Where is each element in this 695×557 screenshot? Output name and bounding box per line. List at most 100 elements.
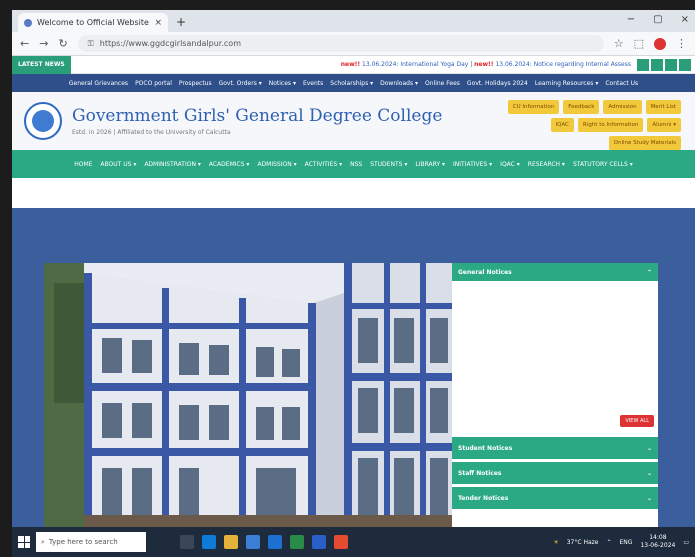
back-arrow-icon[interactable]: ← (20, 37, 29, 50)
topnav-item[interactable]: Govt. Orders ▾ (219, 80, 262, 87)
star-icon[interactable]: ☆ (614, 37, 624, 50)
student-notices-header[interactable]: Student Notices ⌄ (452, 437, 658, 459)
college-building-image (44, 263, 452, 527)
college-title: Government Girls' General Degree College (72, 106, 443, 126)
notices-panel: General Notices ⌃ VIEW ALL Student Notic… (452, 263, 658, 527)
topnav-item[interactable]: Contact Us (605, 80, 638, 87)
topnav-item[interactable]: Online Fees (425, 80, 460, 87)
browser-tab[interactable]: Welcome to Official Website o × (18, 13, 168, 32)
quick-links: CU Information Feedback Admission Merit … (481, 100, 681, 150)
url-field[interactable]: ⚿ https://www.ggdcgirlsandalpur.com (77, 35, 604, 52)
quick-link[interactable]: Feedback (563, 100, 600, 114)
mainnav-item[interactable]: HOME (74, 161, 92, 168)
campus-photo-slider[interactable] (44, 263, 452, 527)
weather-text[interactable]: 37°C Haze (567, 539, 599, 546)
content-area: General Notices ⌃ VIEW ALL Student Notic… (12, 208, 695, 527)
extensions-icon[interactable]: ⬚ (634, 37, 644, 50)
topnav-item[interactable]: Downloads ▾ (380, 80, 418, 87)
ticker-text[interactable]: new!! 13.06.2024: International Yoga Day… (71, 61, 637, 68)
url-text: https://www.ggdcgirlsandalpur.com (99, 39, 241, 48)
topnav-item[interactable]: Scholarships ▾ (330, 80, 373, 87)
window-controls: − ▢ × (627, 14, 689, 25)
maximize-button[interactable]: ▢ (653, 14, 662, 25)
quick-link[interactable]: Alumni ▾ (647, 118, 681, 132)
tender-notices-header[interactable]: Tender Notices ⌄ (452, 487, 658, 509)
new-tab-button[interactable]: + (176, 15, 186, 29)
facebook-icon[interactable] (637, 58, 649, 71)
address-bar: ← → ↻ ⚿ https://www.ggdcgirlsandalpur.co… (12, 32, 695, 56)
edge-icon[interactable] (202, 535, 216, 549)
quick-link[interactable]: Merit List (645, 100, 681, 114)
tray-arrow-icon[interactable]: ⌃ (606, 539, 611, 546)
search-placeholder: Type here to search (48, 538, 118, 546)
general-notices-header[interactable]: General Notices ⌃ (452, 263, 658, 281)
tender-notices-title: Tender Notices (458, 494, 509, 502)
topnav-item[interactable]: Notices ▾ (269, 80, 296, 87)
site-header: Government Girls' General Degree College… (12, 92, 695, 150)
tab-title: Welcome to Official Website o (37, 18, 150, 27)
mainnav-item[interactable]: STUDENTS ▾ (370, 161, 407, 168)
profile-avatar[interactable] (654, 37, 666, 50)
ticker-item[interactable]: 13.06.2024: International Yoga Day (362, 61, 468, 68)
topnav-item[interactable]: General Grievances (69, 80, 128, 87)
mainnav-item[interactable]: NSS (350, 161, 362, 168)
excel-icon[interactable] (290, 535, 304, 549)
store-icon[interactable] (246, 535, 260, 549)
reload-icon[interactable]: ↻ (58, 37, 67, 50)
instagram-icon[interactable] (679, 58, 691, 71)
top-navigation: General Grievances POCO portal Prospectu… (12, 74, 695, 92)
topnav-item[interactable]: Events (303, 80, 323, 87)
mail-icon[interactable] (268, 535, 282, 549)
search-icon: ⌕ (41, 537, 45, 546)
language-indicator[interactable]: ENG (620, 539, 633, 546)
general-notices-body: VIEW ALL (452, 281, 658, 431)
quick-link[interactable]: Online Study Materials (608, 136, 681, 150)
clock[interactable]: 14:08 13-06-2024 (640, 534, 675, 550)
mainnav-item[interactable]: ACADEMICS ▾ (209, 161, 250, 168)
close-window-button[interactable]: × (681, 14, 689, 25)
word-icon[interactable] (312, 535, 326, 549)
chevron-down-icon: ⌄ (646, 444, 652, 452)
minimize-button[interactable]: − (627, 14, 635, 25)
mainnav-item[interactable]: ACTIVITIES ▾ (305, 161, 342, 168)
topnav-item[interactable]: Govt. Holidays 2024 (467, 80, 528, 87)
youtube-icon[interactable] (665, 58, 677, 71)
mainnav-item[interactable]: IQAC ▾ (500, 161, 520, 168)
topnav-item[interactable]: Learning Resources ▾ (535, 80, 599, 87)
topnav-item[interactable]: Prospectus (179, 80, 212, 87)
mainnav-item[interactable]: STATUTORY CELLS ▾ (573, 161, 633, 168)
file-explorer-icon[interactable] (224, 535, 238, 549)
task-view-icon[interactable] (180, 535, 194, 549)
quick-link[interactable]: Admission (603, 100, 642, 114)
mainnav-item[interactable]: ADMINISTRATION ▾ (144, 161, 201, 168)
quick-link[interactable]: CU Information (507, 100, 560, 114)
time-text: 14:08 (649, 534, 667, 541)
chrome-icon[interactable] (334, 535, 348, 549)
menu-icon[interactable]: ⋮ (676, 37, 687, 50)
quick-link[interactable]: Right to Information (577, 118, 644, 132)
close-tab-icon[interactable]: × (154, 18, 162, 28)
mainnav-item[interactable]: ABOUT US ▾ (100, 161, 136, 168)
windows-taskbar: ⌕ Type here to search ☀ 37°C Haze ⌃ ENG … (12, 527, 695, 557)
windows-start-icon[interactable] (18, 536, 30, 548)
college-logo[interactable] (24, 102, 62, 140)
new-tag: new!! (474, 61, 494, 68)
student-notices-title: Student Notices (458, 444, 513, 452)
taskbar-search[interactable]: ⌕ Type here to search (36, 532, 146, 552)
staff-notices-header[interactable]: Staff Notices ⌄ (452, 462, 658, 484)
mainnav-item[interactable]: LIBRARY ▾ (415, 161, 445, 168)
topnav-item[interactable]: POCO portal (135, 80, 172, 87)
forward-arrow-icon[interactable]: → (39, 37, 48, 50)
ticker-item[interactable]: 13.06.2024: Notice regarding Internal As… (495, 61, 631, 68)
chevron-down-icon: ⌄ (646, 469, 652, 477)
college-subtitle: Estd. in 2026 | Affiliated to the Univer… (72, 129, 231, 136)
quick-link[interactable]: IQAC (550, 118, 574, 132)
browser-window: Welcome to Official Website o × + − ▢ × … (12, 10, 695, 557)
twitter-icon[interactable] (651, 58, 663, 71)
notification-icon[interactable]: ▭ (683, 539, 689, 546)
mainnav-item[interactable]: ADMISSION ▾ (257, 161, 296, 168)
view-all-button[interactable]: VIEW ALL (620, 415, 654, 427)
mainnav-item[interactable]: INITIATIVES ▾ (453, 161, 492, 168)
mainnav-item[interactable]: RESEARCH ▾ (528, 161, 565, 168)
date-text: 13-06-2024 (640, 542, 676, 549)
